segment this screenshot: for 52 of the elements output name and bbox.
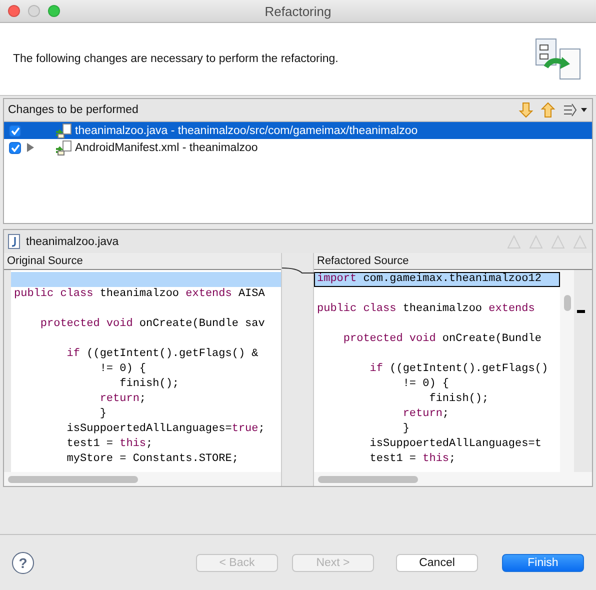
close-button[interactable] — [8, 5, 20, 17]
code-line: public class theanimalzoo extends — [316, 302, 536, 317]
code-line: finish(); — [428, 392, 490, 407]
dialog-button[interactable]: Cancel — [396, 554, 478, 572]
minimize-button[interactable] — [28, 5, 40, 17]
horizontal-scrollbar[interactable] — [314, 472, 592, 486]
code-line: isSuppoertedAllLanguages=t — [368, 437, 542, 452]
code-line: test1 = this; — [368, 452, 457, 467]
navigation-icon[interactable] — [506, 234, 522, 250]
changes-title: Changes to be performed — [8, 104, 138, 116]
file-name: theanimalzoo.java — [26, 236, 119, 248]
pane-title: Original Source — [4, 253, 281, 270]
code-line: protected void onCreate(Bundle — [342, 332, 542, 347]
pane-title: Refactored Source — [314, 253, 592, 270]
window-title: Refactoring — [264, 4, 332, 18]
change-file-icon — [55, 140, 73, 156]
expand-triangle-icon[interactable] — [27, 143, 34, 152]
code-line: != 0) { — [402, 377, 450, 392]
message-text: The following changes are necessary to perform the refactoring. — [13, 53, 338, 65]
code-line: finish(); — [118, 377, 180, 392]
code-line: if ((getIntent().getFlags() & — [66, 347, 260, 362]
dialog-button[interactable]: Finish — [502, 554, 584, 572]
code-line: } — [402, 422, 410, 437]
navigation-icon[interactable] — [528, 234, 544, 250]
checkbox[interactable] — [9, 142, 21, 154]
vertical-scrollbar[interactable] — [560, 270, 574, 472]
code-line: != 0) { — [98, 362, 148, 377]
change-label: theanimalzoo.java - theanimalzoo/src/com/gameimax/theanimalzoo — [75, 124, 418, 136]
zoom-button[interactable] — [48, 5, 60, 17]
code-line: test1 = this; — [66, 437, 154, 452]
checkbox[interactable] — [9, 124, 21, 136]
change-item[interactable]: AndroidManifest.xml - theanimalzoo — [4, 139, 592, 156]
code-line: if ((getIntent().getFlags() — [368, 362, 550, 377]
change-label: AndroidManifest.xml - theanimalzoo — [75, 142, 258, 154]
change-marker — [577, 310, 585, 313]
code-line: return; — [98, 392, 148, 407]
code-line: myStore = Constants.STORE; — [66, 452, 240, 467]
filter-dropdown-icon[interactable] — [562, 102, 588, 118]
down-arrow-icon[interactable] — [518, 102, 534, 118]
navigation-icon[interactable] — [550, 234, 566, 250]
code-line: public class theanimalzoo extends AISA — [13, 287, 266, 302]
java-file-icon — [8, 234, 20, 249]
horizontal-scrollbar[interactable] — [4, 472, 281, 486]
change-item[interactable]: theanimalzoo.java - theanimalzoo/src/com/gameimax/theanimalzoo — [4, 122, 592, 139]
code-line: isSuppoertedAllLanguages=true; — [66, 422, 266, 437]
code-line: } — [98, 407, 108, 422]
change-file-icon — [55, 122, 73, 138]
code-line: return; — [402, 407, 450, 422]
help-button[interactable]: ? — [12, 552, 34, 574]
navigation-icon[interactable] — [572, 234, 588, 250]
code-line: protected void onCreate(Bundle sav — [39, 317, 266, 332]
up-arrow-icon[interactable] — [540, 102, 556, 118]
